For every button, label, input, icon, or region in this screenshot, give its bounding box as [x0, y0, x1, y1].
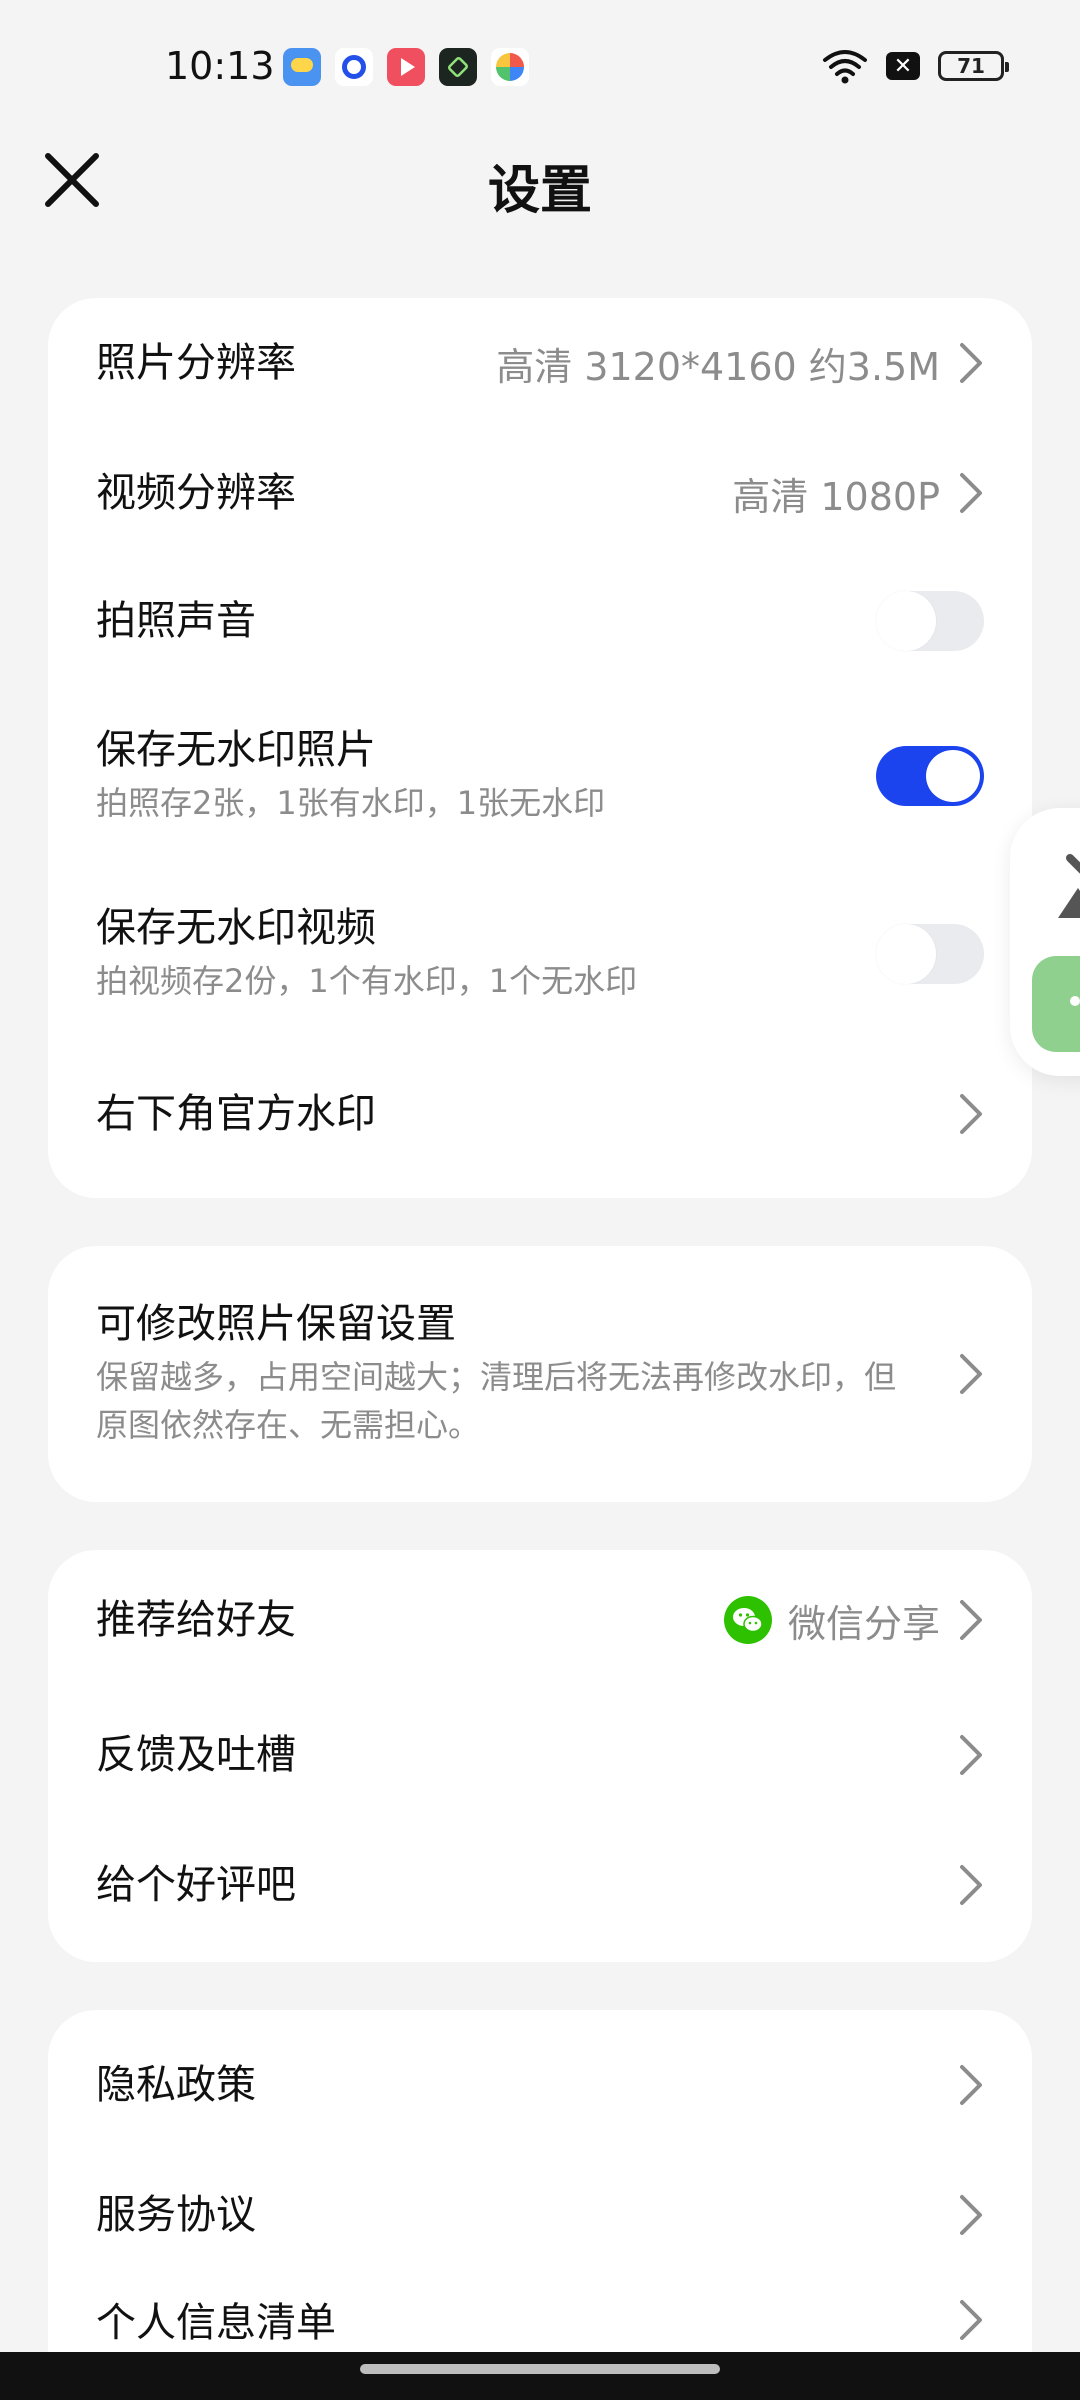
row-label: 推荐给好友 [96, 1597, 296, 1643]
chevron-right-icon [960, 1865, 982, 1905]
wifi-icon [823, 50, 867, 84]
row-label: 拍照声音 [96, 598, 256, 644]
video-resolution-row[interactable]: 视频分辨率 高清 1080P [48, 428, 1032, 558]
feedback-row[interactable]: 反馈及吐槽 [48, 1690, 1032, 1820]
battery-icon: 71 [938, 51, 1009, 81]
save-no-watermark-video-toggle[interactable] [876, 924, 984, 984]
toggle-knob [876, 924, 936, 984]
row-label: 右下角官方水印 [96, 1091, 376, 1137]
circle-app-icon [335, 48, 373, 86]
save-no-watermark-photo-toggle[interactable] [876, 746, 984, 806]
chevron-right-icon [960, 1094, 982, 1134]
cube-app-icon [439, 48, 477, 86]
social-card: 推荐给好友 微信分享 反馈及吐槽 给个好评吧 [48, 1550, 1032, 1962]
no-sim-icon: ✕ [886, 52, 920, 80]
chevron-right-icon [960, 1600, 982, 1640]
flower-app-icon [491, 48, 529, 86]
row-label: 照片分辨率 [96, 340, 296, 386]
chat-bubble-icon [1032, 956, 1080, 1052]
row-subtitle: 拍照存2张，1张有水印，1张无水印 [96, 784, 606, 822]
recommend-row[interactable]: 推荐给好友 微信分享 [48, 1550, 1032, 1690]
shutter-sound-row: 拍照声音 [48, 558, 1032, 684]
toggle-knob [926, 750, 980, 802]
privacy-row[interactable]: 隐私政策 [48, 2010, 1032, 2160]
page-title: 设置 [487, 161, 592, 221]
photo-retention-card: 可修改照片保留设置 保留越多，占用空间越大；清理后将无法再修改水印，但原图依然存… [48, 1246, 1032, 1502]
camera-settings-card: 照片分辨率 高清 3120*4160 约3.5M 视频分辨率 高清 1080P … [48, 298, 1032, 1198]
editable-photo-retention-row[interactable]: 可修改照片保留设置 保留越多，占用空间越大；清理后将无法再修改水印，但原图依然存… [48, 1246, 1032, 1502]
row-value: 高清 1080P [732, 474, 940, 519]
row-label: 个人信息清单 [96, 2300, 336, 2346]
photo-resolution-row[interactable]: 照片分辨率 高清 3120*4160 约3.5M [48, 298, 1032, 428]
navigation-bar [0, 2352, 1080, 2400]
row-label: 视频分辨率 [96, 470, 296, 516]
weather-app-icon [283, 48, 321, 86]
row-value: 高清 3120*4160 约3.5M [496, 344, 940, 389]
chevron-right-icon [960, 343, 982, 383]
rate-row[interactable]: 给个好评吧 [48, 1820, 1032, 1950]
save-no-watermark-photo-row: 保存无水印照片 拍照存2张，1张有水印，1张无水印 [48, 684, 1032, 868]
person-icon [1058, 854, 1080, 918]
row-label: 可修改照片保留设置 [96, 1301, 456, 1347]
official-watermark-row[interactable]: 右下角官方水印 [48, 1040, 1032, 1188]
save-no-watermark-video-row: 保存无水印视频 拍视频存2份，1个有水印，1个无水印 [48, 868, 1032, 1040]
chevron-right-icon [960, 1354, 982, 1394]
row-subtitle: 保留越多，占用空间越大；清理后将无法再修改水印，但原图依然存在、无需担心。 [96, 1358, 897, 1444]
wechat-icon [723, 1596, 772, 1644]
floating-side-widget[interactable] [1010, 808, 1080, 1076]
row-label: 服务协议 [96, 2192, 256, 2238]
chevron-right-icon [960, 2065, 982, 2105]
row-label: 反馈及吐槽 [96, 1732, 296, 1778]
row-label: 保存无水印照片 [96, 727, 376, 773]
notification-icons [283, 48, 529, 86]
video-app-icon [387, 48, 425, 86]
chevron-right-icon [960, 1735, 982, 1775]
row-label: 给个好评吧 [96, 1862, 296, 1908]
chevron-right-icon [960, 473, 982, 513]
chevron-right-icon [960, 2195, 982, 2235]
shutter-sound-toggle[interactable] [876, 591, 984, 651]
service-row[interactable]: 服务协议 [48, 2160, 1032, 2270]
home-indicator[interactable] [360, 2364, 720, 2374]
status-time: 10:13 [165, 44, 275, 88]
system-icons: ✕ 71 [822, 48, 1009, 84]
chevron-right-icon [960, 2300, 982, 2340]
row-label: 保存无水印视频 [96, 905, 376, 951]
status-bar: 10:13 ✕ 71 [0, 0, 1080, 136]
row-value: 微信分享 [787, 1601, 940, 1646]
toggle-knob [876, 591, 936, 651]
row-label: 隐私政策 [96, 2062, 256, 2108]
legal-card: 隐私政策 服务协议 个人信息清单 [48, 2010, 1032, 2400]
row-subtitle: 拍视频存2份，1个有水印，1个无水印 [96, 962, 638, 1000]
